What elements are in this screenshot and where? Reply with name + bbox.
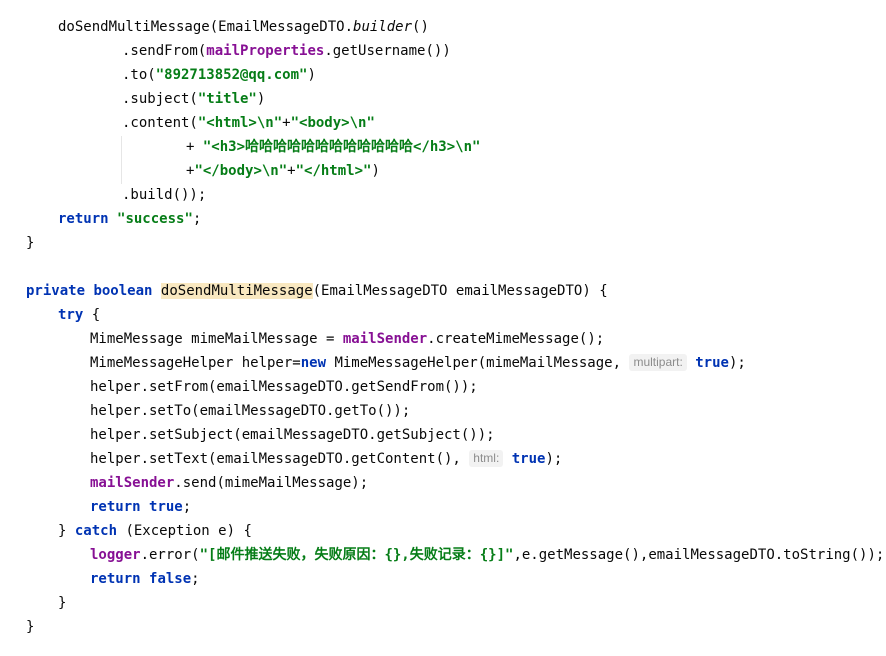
code-line-6[interactable]: + "<h3>哈哈哈哈哈哈哈哈哈哈哈哈</h3>\n" [186, 135, 480, 159]
code-field: logger [90, 547, 141, 563]
code-text: () [412, 19, 429, 35]
code-keyword: true [511, 451, 546, 467]
code-text: ; [191, 571, 200, 587]
code-text: .to( [122, 67, 156, 83]
code-line-20[interactable]: mailSender.send(mimeMailMessage); [90, 471, 368, 495]
code-keyword: boolean [93, 283, 153, 299]
code-text: .getUsername()) [324, 43, 451, 59]
code-line-16[interactable]: helper.setFrom(emailMessageDTO.getSendFr… [90, 375, 478, 399]
code-field: mailProperties [206, 43, 325, 59]
code-keyword: new [300, 355, 327, 371]
code-line-9[interactable]: return "success"; [58, 207, 201, 231]
code-text: ) [256, 91, 266, 107]
code-keyword: false [149, 571, 192, 587]
code-line-25[interactable]: } [58, 591, 66, 615]
parameter-hint: multipart: [629, 354, 687, 371]
code-text: .build()); [122, 187, 207, 203]
code-line-12[interactable]: private boolean doSendMultiMessage(Email… [26, 279, 608, 303]
code-string: "</html>" [295, 163, 372, 179]
code-text: doSendMultiMessage(EmailMessageDTO. [58, 19, 354, 35]
code-line-18[interactable]: helper.setSubject(emailMessageDTO.getSub… [90, 423, 495, 447]
code-string: "<h3>哈哈哈哈哈哈哈哈哈哈哈哈</h3>\n" [202, 139, 481, 155]
code-keyword: try [58, 307, 84, 323]
code-text: .error( [140, 547, 200, 563]
code-text: helper.setSubject(emailMessageDTO.getSub… [90, 427, 495, 443]
code-keyword: return [58, 211, 109, 227]
code-field: mailSender [342, 331, 428, 347]
code-editor[interactable]: doSendMultiMessage(EmailMessageDTO.build… [0, 0, 886, 656]
indent-guide [121, 136, 122, 184]
code-keyword: catch [74, 523, 118, 539]
code-text: .content( [122, 115, 198, 131]
code-text: ) [307, 67, 316, 83]
code-brace: } [26, 619, 35, 635]
code-string: "<body>\n" [290, 115, 375, 131]
code-text: (Exception e) { [117, 523, 252, 539]
code-text: + [186, 139, 203, 155]
code-text: { [83, 307, 101, 323]
code-keyword: return [90, 571, 141, 587]
code-text: (EmailMessageDTO emailMessageDTO) { [312, 283, 608, 299]
code-text: MimeMessageHelper helper= [90, 355, 301, 371]
code-line-13[interactable]: try { [58, 303, 100, 327]
code-line-10[interactable]: } [26, 231, 34, 255]
code-string: "<html>\n" [197, 115, 283, 131]
code-string: "[邮件推送失败，失败原因：{},失败记录：{}]" [199, 547, 514, 563]
code-text: + [282, 115, 291, 131]
code-text: ); [728, 355, 746, 371]
code-line-24[interactable]: return false; [90, 567, 200, 591]
code-line-22[interactable]: } catch (Exception e) { [58, 519, 252, 543]
code-text: ); [545, 451, 563, 467]
code-text: ; [182, 499, 192, 515]
code-text: helper.setText(emailMessageDTO.getConten… [90, 451, 470, 467]
code-keyword: true [149, 499, 183, 515]
code-text: ,e.getMessage(),emailMessageDTO.toString… [513, 547, 885, 563]
parameter-hint: html: [469, 450, 504, 467]
code-keyword: private [26, 283, 86, 299]
code-text: + [287, 163, 296, 179]
code-text: MimeMessageHelper(mimeMailMessage, [326, 355, 630, 371]
code-text: helper.setTo(emailMessageDTO.getTo()); [90, 403, 411, 419]
code-line-4[interactable]: .subject("title") [122, 87, 265, 111]
code-brace: } [26, 235, 35, 251]
code-text: .sendFrom( [122, 43, 207, 59]
code-text: } [58, 523, 75, 539]
code-line-8[interactable]: .build()); [122, 183, 206, 207]
code-string: "</body>\n" [194, 163, 288, 179]
code-line-15[interactable]: MimeMessageHelper helper=new MimeMessage… [90, 351, 746, 375]
code-line-19[interactable]: helper.setText(emailMessageDTO.getConten… [90, 447, 562, 471]
method-name-highlight[interactable]: doSendMultiMessage [160, 283, 313, 299]
code-line-7[interactable]: +"</body>\n"+"</html>") [186, 159, 380, 183]
code-string: "title" [197, 91, 257, 107]
code-method-static: builder [353, 19, 413, 35]
code-text: MimeMessage mimeMailMessage = [90, 331, 343, 347]
code-text: .createMimeMessage(); [427, 331, 605, 347]
code-field: mailSender [90, 475, 175, 491]
code-line-21[interactable]: return true; [90, 495, 191, 519]
code-string: "892713852@qq.com" [155, 67, 308, 83]
code-line-1[interactable]: doSendMultiMessage(EmailMessageDTO.build… [58, 15, 429, 39]
code-line-5[interactable]: .content("<html>\n"+"<body>\n" [122, 111, 375, 135]
code-text: .subject( [122, 91, 198, 107]
code-text: .send(mimeMailMessage); [174, 475, 369, 491]
code-line-17[interactable]: helper.setTo(emailMessageDTO.getTo()); [90, 399, 410, 423]
code-line-26[interactable]: } [26, 615, 34, 639]
code-keyword: return [90, 499, 141, 515]
code-line-23[interactable]: logger.error("[邮件推送失败，失败原因：{},失败记录：{}]",… [90, 543, 884, 567]
code-line-14[interactable]: MimeMessage mimeMailMessage = mailSender… [90, 327, 604, 351]
code-line-3[interactable]: .to("892713852@qq.com") [122, 63, 316, 87]
code-line-2[interactable]: .sendFrom(mailProperties.getUsername()) [122, 39, 451, 63]
code-string: "success" [117, 211, 193, 227]
code-keyword: true [695, 355, 729, 371]
code-text: helper.setFrom(emailMessageDTO.getSendFr… [90, 379, 478, 395]
code-text: ; [192, 211, 202, 227]
code-brace: } [58, 595, 67, 611]
code-text: ) [371, 163, 380, 179]
